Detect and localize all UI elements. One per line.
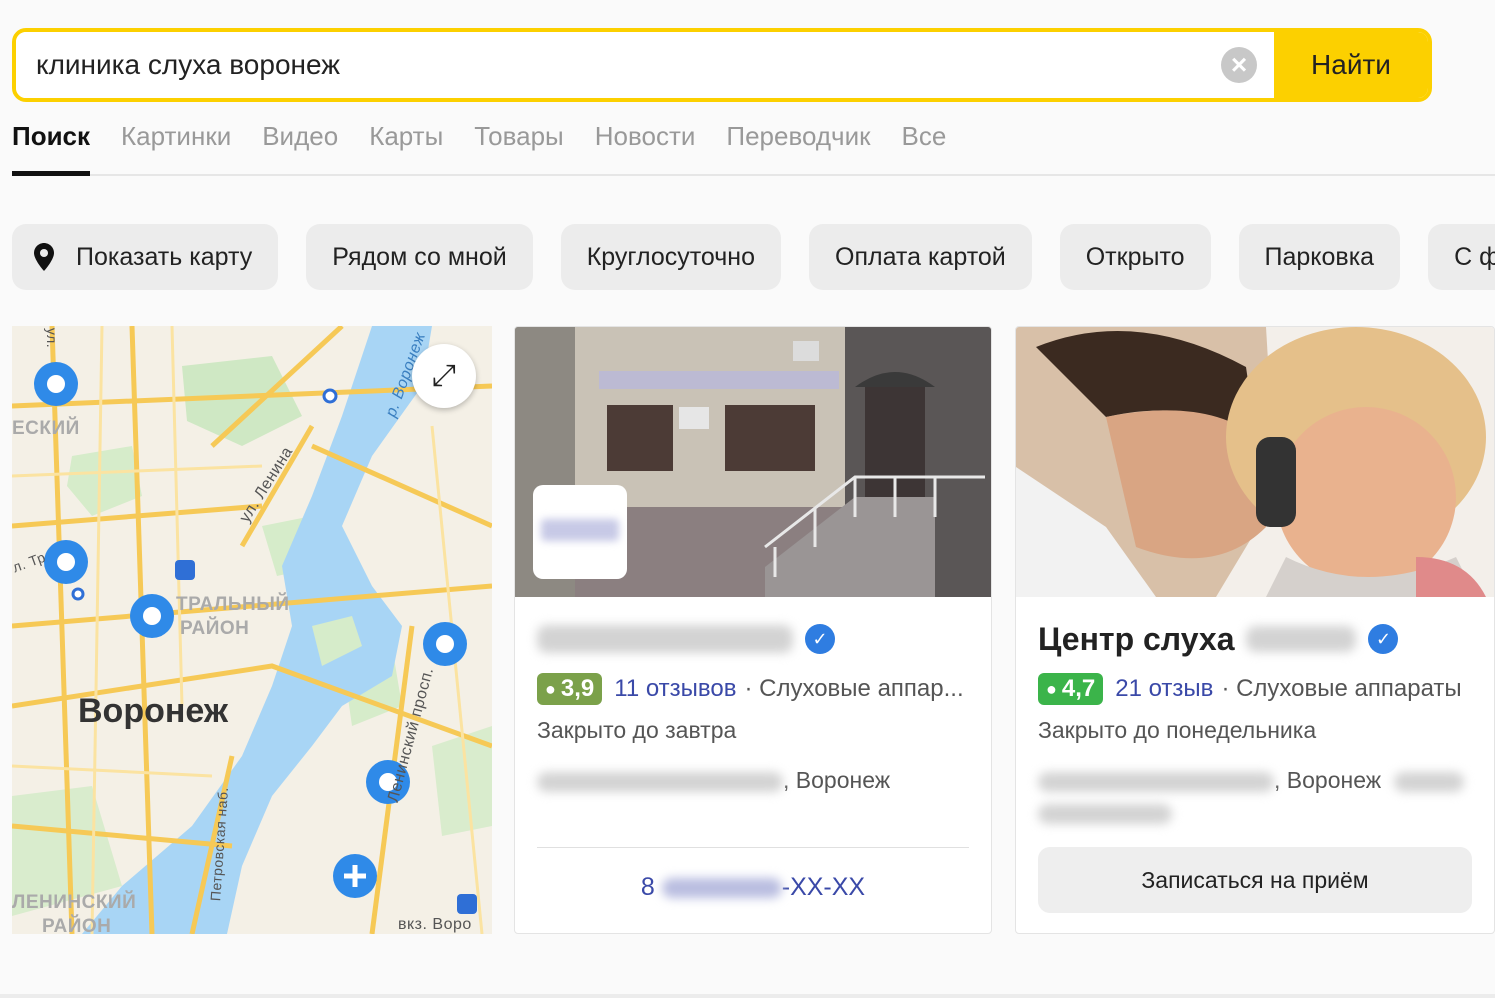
- address-city: , Воронеж: [783, 767, 891, 793]
- filter-nearby[interactable]: Рядом со мной: [306, 224, 533, 290]
- verified-icon: ✓: [1368, 624, 1399, 654]
- address-blurred: [1038, 771, 1274, 792]
- verified-icon: ✓: [805, 624, 835, 654]
- org-title[interactable]: Центр слуха: [1038, 621, 1234, 658]
- tab-search[interactable]: Поиск: [12, 118, 91, 176]
- org-title-blurred: [1246, 626, 1357, 652]
- filter-card-payment[interactable]: Оплата картой: [809, 224, 1032, 290]
- filter-with-photo[interactable]: С фото: [1428, 224, 1495, 290]
- tab-images[interactable]: Картинки: [121, 118, 231, 174]
- org-category: · Слуховые аппар...: [744, 675, 964, 702]
- search-bar: × Найти: [12, 28, 1432, 102]
- filter-show-map[interactable]: Показать карту: [12, 224, 279, 290]
- org-photo: [515, 327, 991, 597]
- map-label-district: РАЙОН: [180, 618, 250, 639]
- filter-24h[interactable]: Круглосуточно: [560, 224, 781, 290]
- map-label-district: РАЙОН: [42, 916, 112, 934]
- rating-value: 3,9: [560, 675, 595, 702]
- filter-open[interactable]: Открыто: [1059, 224, 1211, 290]
- filter-chips: Показать карту Рядом со мной Круглосуточ…: [12, 224, 1495, 290]
- org-address: , Воронеж: [537, 764, 969, 796]
- address-city: , Воронеж: [1274, 767, 1382, 793]
- tab-maps[interactable]: Карты: [369, 118, 443, 174]
- search-input[interactable]: [16, 32, 1204, 98]
- phone-blurred: [661, 878, 782, 899]
- tab-all[interactable]: Все: [901, 118, 946, 174]
- rating-badge: ● 4,7: [1038, 673, 1104, 705]
- map-background: [12, 326, 492, 934]
- map-label-station: вкз. Воро: [398, 916, 472, 933]
- org-status: Закрыто до завтра: [537, 717, 737, 743]
- reviews-link[interactable]: 21 отзыв: [1115, 675, 1213, 703]
- phone-suffix: -XX-XX: [781, 873, 866, 901]
- tab-news[interactable]: Новости: [595, 118, 696, 174]
- book-appointment-button[interactable]: Записаться на приём: [1038, 847, 1472, 913]
- map-city-label: Воронеж: [78, 692, 228, 730]
- doctor-patient-photo: [1016, 327, 1494, 597]
- divider: [0, 994, 1495, 998]
- address-blurred: [537, 771, 783, 792]
- filter-parking[interactable]: Парковка: [1238, 224, 1401, 290]
- rating-badge: ● 3,9: [537, 673, 603, 705]
- map-expand-button[interactable]: ⤢: [412, 344, 476, 408]
- divider: [537, 847, 969, 848]
- org-title-blurred: [537, 625, 793, 653]
- map-label-district: ТРАЛЬНЫЙ: [176, 594, 290, 615]
- org-category: · Слуховые аппараты: [1221, 675, 1462, 702]
- org-photo: [1016, 327, 1494, 597]
- map-label-street: ул.: [44, 327, 61, 349]
- org-card[interactable]: Центр слуха ✓ ● 4,7 21 отзыв · Слуховые …: [1015, 326, 1495, 934]
- expand-icon: ⤢: [432, 359, 456, 392]
- phone-prefix: 8: [640, 873, 655, 901]
- map-pin-icon: ●: [545, 679, 556, 699]
- address-blurred: [1038, 803, 1172, 824]
- map-label-district: ЛЕНИНСКИЙ: [12, 892, 137, 913]
- clear-button[interactable]: ×: [1204, 32, 1274, 98]
- map-pin-icon: ●: [1046, 679, 1057, 699]
- tab-products[interactable]: Товары: [474, 118, 563, 174]
- search-button[interactable]: Найти: [1274, 32, 1428, 98]
- filter-label: Показать карту: [76, 242, 253, 271]
- org-card[interactable]: ✓ ● 3,9 11 отзывов · Слуховые аппар... З…: [514, 326, 992, 934]
- search-tabs: Поиск Картинки Видео Карты Товары Новост…: [12, 118, 1495, 176]
- map-pin-icon: [34, 243, 54, 271]
- reviews-link[interactable]: 11 отзывов: [614, 675, 736, 703]
- address-blurred: [1393, 771, 1464, 792]
- map-preview[interactable]: ЕСКИЙ ТРАЛЬНЫЙ РАЙОН ЛЕНИНСКИЙ РАЙОН ул.…: [12, 326, 492, 934]
- map-label-district: ЕСКИЙ: [12, 418, 80, 439]
- org-address: , Воронеж: [1038, 764, 1472, 828]
- tab-video[interactable]: Видео: [262, 118, 338, 174]
- rating-value: 4,7: [1061, 675, 1096, 702]
- org-logo: [533, 485, 627, 579]
- close-icon: ×: [1221, 47, 1257, 83]
- phone-link[interactable]: 8 -XX-XX: [515, 873, 991, 902]
- org-status: Закрыто до понедельника: [1038, 717, 1317, 743]
- tab-translator[interactable]: Переводчик: [726, 118, 870, 174]
